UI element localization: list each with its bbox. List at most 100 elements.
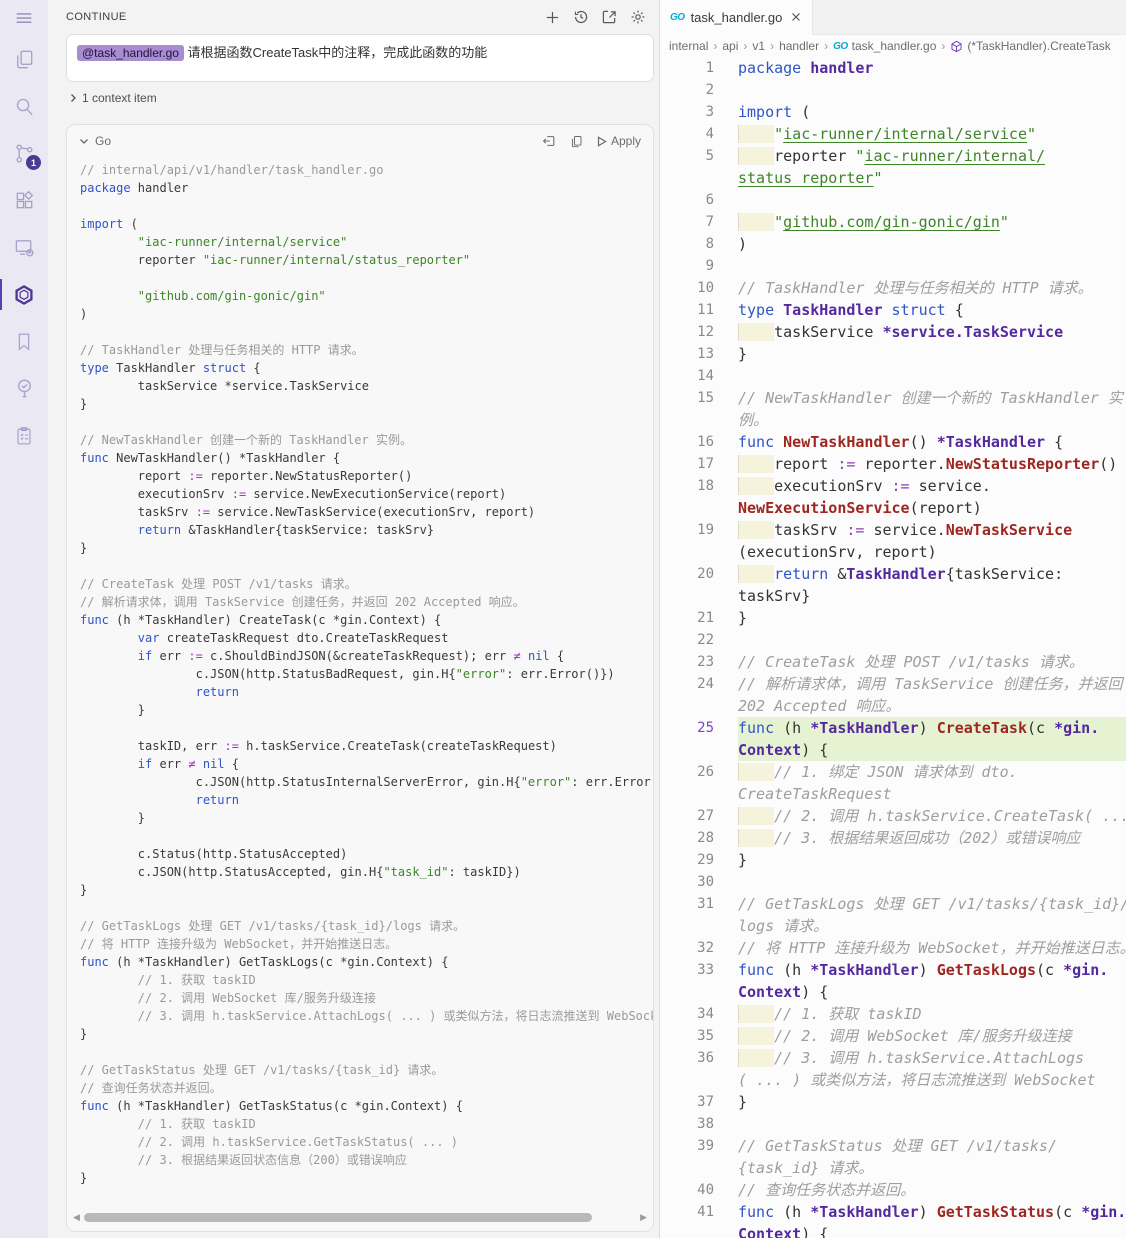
code-line: // 1. 获取 taskID — [80, 1115, 653, 1133]
breadcrumb-item-symbol[interactable]: (*TaskHandler).CreateTask — [950, 39, 1110, 53]
scrollbar-thumb[interactable] — [84, 1213, 592, 1222]
scroll-right-arrow[interactable]: ▶ — [640, 1213, 647, 1222]
editor-line[interactable]: 23// CreateTask 处理 POST /v1/tasks 请求。 — [660, 651, 1126, 673]
editor-line[interactable]: 20 return &TaskHandler{taskService: — [660, 563, 1126, 585]
context-pill[interactable]: @task_handler.go — [77, 45, 184, 61]
editor-line[interactable]: 11type TaskHandler struct { — [660, 299, 1126, 321]
insert-at-cursor-icon[interactable] — [542, 134, 556, 148]
context-items-toggle[interactable]: 1 context item — [68, 91, 654, 105]
editor-line[interactable]: logs 请求。 — [660, 915, 1126, 937]
editor-line[interactable]: 21} — [660, 607, 1126, 629]
editor-line[interactable]: 34 // 1. 获取 taskID — [660, 1003, 1126, 1025]
continue-icon[interactable] — [0, 271, 48, 318]
editor-line[interactable]: 6 — [660, 189, 1126, 211]
editor-line[interactable]: 35 // 2. 调用 WebSocket 库/服务升级连接 — [660, 1025, 1126, 1047]
editor-line[interactable]: 9 — [660, 255, 1126, 277]
remote-explorer-icon[interactable] — [0, 224, 48, 271]
editor-line[interactable]: status_reporter" — [660, 167, 1126, 189]
editor-line[interactable]: 18 executionSrv := service. — [660, 475, 1126, 497]
editor-line[interactable]: 4 "iac-runner/internal/service" — [660, 123, 1126, 145]
editor-line[interactable]: NewExecutionService(report) — [660, 497, 1126, 519]
editor-line[interactable]: 40// 查询任务状态并返回。 — [660, 1179, 1126, 1201]
bookmark-icon[interactable] — [0, 318, 48, 365]
breadcrumb-item-file[interactable]: GO task_handler.go — [833, 39, 936, 53]
horizontal-scrollbar[interactable]: ◀ ▶ — [73, 1209, 647, 1225]
code-line: } — [80, 809, 653, 827]
menu-icon[interactable] — [0, 0, 48, 36]
breadcrumb-item[interactable]: api — [722, 39, 738, 53]
editor-tab[interactable]: GO task_handler.go — [660, 0, 813, 35]
editor-line[interactable]: Context) { — [660, 739, 1126, 761]
test-tree-icon[interactable] — [0, 365, 48, 412]
line-number: 18 — [660, 475, 738, 497]
line-number: 6 — [660, 189, 738, 211]
editor-line[interactable]: 22 — [660, 629, 1126, 651]
editor-line[interactable]: 33func (h *TaskHandler) GetTaskLogs(c *g… — [660, 959, 1126, 981]
editor-line[interactable]: 31// GetTaskLogs 处理 GET /v1/tasks/{task_… — [660, 893, 1126, 915]
plus-icon[interactable] — [545, 10, 560, 25]
breadcrumb-item[interactable]: handler — [779, 39, 819, 53]
editor-line[interactable]: 32// 将 HTTP 连接升级为 WebSocket，并开始推送日志。 — [660, 937, 1126, 959]
line-number — [660, 1223, 738, 1238]
extensions-icon[interactable] — [0, 177, 48, 224]
editor-line[interactable]: 37} — [660, 1091, 1126, 1113]
scroll-left-arrow[interactable]: ◀ — [73, 1213, 80, 1222]
editor-line[interactable]: 13} — [660, 343, 1126, 365]
open-external-icon[interactable] — [602, 10, 617, 25]
editor-line[interactable]: 1package handler — [660, 57, 1126, 79]
editor-code-content[interactable]: 1package handler23import (4 "iac-runner/… — [660, 57, 1126, 1238]
line-number: 20 — [660, 563, 738, 585]
editor-tab-bar: GO task_handler.go — [660, 0, 1126, 35]
apply-button[interactable]: Apply — [597, 134, 641, 148]
editor-line[interactable]: 39// GetTaskStatus 处理 GET /v1/tasks/ — [660, 1135, 1126, 1157]
gear-icon[interactable] — [630, 9, 646, 25]
editor-line[interactable]: 16func NewTaskHandler() *TaskHandler { — [660, 431, 1126, 453]
copy-icon[interactable] — [0, 36, 48, 83]
editor-line[interactable]: 28 // 3. 根据结果返回成功（202）或错误响应 — [660, 827, 1126, 849]
history-icon[interactable] — [573, 9, 589, 25]
line-number: 40 — [660, 1179, 738, 1201]
editor-line[interactable]: 8) — [660, 233, 1126, 255]
editor-line[interactable]: taskSrv} — [660, 585, 1126, 607]
editor-line[interactable]: 202 Accepted 响应。 — [660, 695, 1126, 717]
editor-line[interactable]: CreateTaskRequest — [660, 783, 1126, 805]
editor-line[interactable]: 例。 — [660, 409, 1126, 431]
editor-line[interactable]: 29} — [660, 849, 1126, 871]
editor-line[interactable]: 38 — [660, 1113, 1126, 1135]
editor-line[interactable]: 12 taskService *service.TaskService — [660, 321, 1126, 343]
breadcrumb-item[interactable]: internal — [669, 39, 708, 53]
editor-line[interactable]: 25func (h *TaskHandler) CreateTask(c *gi… — [660, 717, 1126, 739]
editor-line[interactable]: 5 reporter "iac-runner/internal/ — [660, 145, 1126, 167]
editor-line[interactable]: Context) { — [660, 1223, 1126, 1238]
copy-code-icon[interactable] — [570, 134, 583, 148]
line-number: 38 — [660, 1113, 738, 1135]
search-icon[interactable] — [0, 83, 48, 130]
editor-line[interactable]: 24// 解析请求体，调用 TaskService 创建任务，并返回 — [660, 673, 1126, 695]
editor-line[interactable]: 41func (h *TaskHandler) GetTaskStatus(c … — [660, 1201, 1126, 1223]
editor-line[interactable]: {task_id} 请求。 — [660, 1157, 1126, 1179]
code-line: } — [80, 539, 653, 557]
chat-input[interactable]: @task_handler.go 请根据函数CreateTask中的注释，完成此… — [66, 34, 654, 82]
editor-line[interactable]: 10// TaskHandler 处理与任务相关的 HTTP 请求。 — [660, 277, 1126, 299]
line-number: 3 — [660, 101, 738, 123]
editor-line[interactable]: Context) { — [660, 981, 1126, 1003]
breadcrumb-item[interactable]: v1 — [752, 39, 765, 53]
editor-line[interactable]: ( ... ) 或类似方法，将日志流推送到 WebSocket — [660, 1069, 1126, 1091]
tab-close-icon[interactable] — [790, 11, 802, 23]
code-line: // 1. 获取 taskID — [80, 971, 653, 989]
editor-line[interactable]: 3import ( — [660, 101, 1126, 123]
editor-line[interactable]: 26 // 1. 绑定 JSON 请求体到 dto. — [660, 761, 1126, 783]
editor-line[interactable]: 2 — [660, 79, 1126, 101]
source-control-icon[interactable]: 1 — [0, 130, 48, 177]
editor-line[interactable]: 17 report := reporter.NewStatusReporter(… — [660, 453, 1126, 475]
editor-line[interactable]: (executionSrv, report) — [660, 541, 1126, 563]
chevron-down-icon[interactable] — [79, 136, 89, 146]
editor-line[interactable]: 7 "github.com/gin-gonic/gin" — [660, 211, 1126, 233]
editor-line[interactable]: 19 taskSrv := service.NewTaskService — [660, 519, 1126, 541]
editor-line[interactable]: 30 — [660, 871, 1126, 893]
editor-line[interactable]: 15// NewTaskHandler 创建一个新的 TaskHandler 实 — [660, 387, 1126, 409]
checklist-icon[interactable] — [0, 412, 48, 459]
editor-line[interactable]: 36 // 3. 调用 h.taskService.AttachLogs — [660, 1047, 1126, 1069]
editor-line[interactable]: 14 — [660, 365, 1126, 387]
editor-line[interactable]: 27 // 2. 调用 h.taskService.CreateTask( ..… — [660, 805, 1126, 827]
